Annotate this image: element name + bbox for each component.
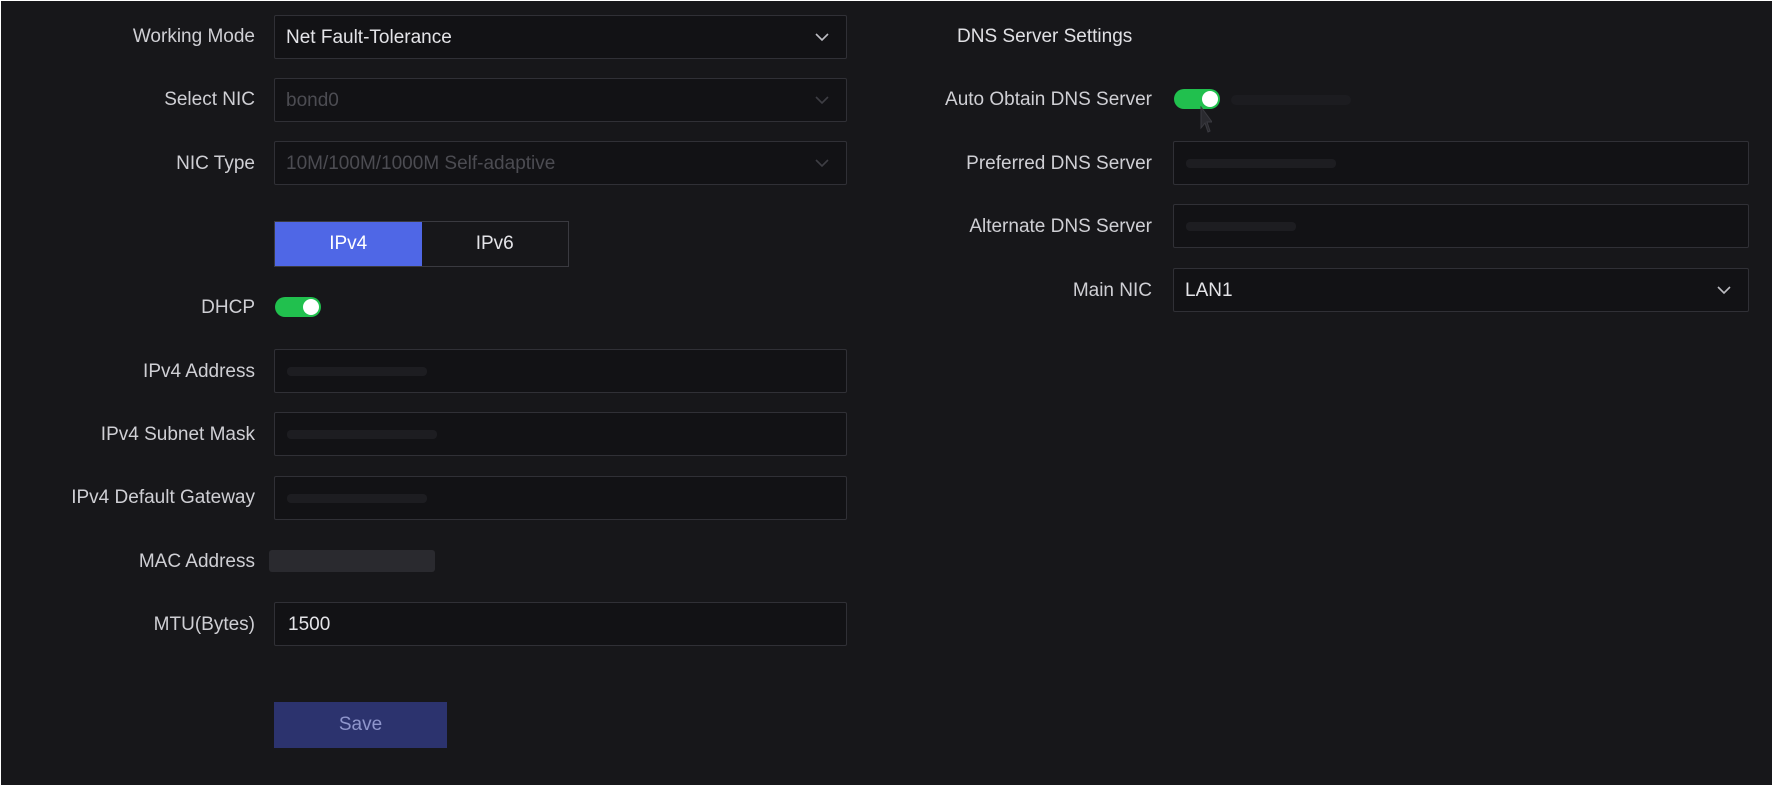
- main-nic-value: LAN1: [1185, 280, 1233, 301]
- toggle-knob: [303, 299, 319, 315]
- mtu-input[interactable]: 1500: [274, 602, 847, 646]
- redacted-value: [1186, 222, 1296, 231]
- mtu-label: MTU(Bytes): [153, 614, 255, 635]
- mac-address-value: [269, 550, 435, 572]
- working-mode-label: Working Mode: [132, 26, 255, 47]
- ipv4-default-gateway-input[interactable]: [274, 476, 847, 520]
- ipv4-subnet-mask-label: IPv4 Subnet Mask: [100, 424, 255, 445]
- preferred-dns-label: Preferred DNS Server: [966, 153, 1152, 174]
- working-mode-select[interactable]: Net Fault-Tolerance: [274, 15, 847, 59]
- working-mode-value: Net Fault-Tolerance: [286, 27, 452, 48]
- alternate-dns-label: Alternate DNS Server: [969, 216, 1152, 237]
- main-nic-select[interactable]: LAN1: [1173, 268, 1749, 312]
- save-button[interactable]: Save: [274, 702, 447, 748]
- select-nic-value: bond0: [286, 90, 339, 111]
- chevron-down-icon: [815, 96, 829, 105]
- chevron-down-icon: [1717, 286, 1731, 295]
- mtu-value: 1500: [288, 614, 331, 635]
- ipv4-subnet-mask-input[interactable]: [274, 412, 847, 456]
- preferred-dns-input[interactable]: [1173, 141, 1749, 185]
- tab-ipv6[interactable]: IPv6: [422, 222, 569, 266]
- ip-version-tabs: IPv4 IPv6: [274, 221, 569, 267]
- ipv4-address-input[interactable]: [274, 349, 847, 393]
- main-nic-label: Main NIC: [1072, 280, 1152, 301]
- ipv4-address-label: IPv4 Address: [143, 361, 255, 382]
- network-settings-screen: Working Mode Net Fault-Tolerance Select …: [1, 1, 1772, 785]
- redacted-area: [1231, 95, 1351, 105]
- redacted-value: [287, 367, 427, 376]
- redacted-value: [287, 430, 437, 439]
- nic-type-value: 10M/100M/1000M Self-adaptive: [286, 153, 556, 174]
- redacted-value: [287, 494, 427, 503]
- dns-settings-title: DNS Server Settings: [957, 26, 1133, 47]
- auto-obtain-dns-label: Auto Obtain DNS Server: [945, 89, 1152, 110]
- dhcp-label: DHCP: [201, 297, 255, 318]
- auto-obtain-dns-toggle[interactable]: [1174, 89, 1220, 109]
- toggle-knob: [1202, 91, 1218, 107]
- mac-address-label: MAC Address: [138, 551, 255, 572]
- select-nic-label: Select NIC: [164, 89, 255, 110]
- dhcp-toggle[interactable]: [275, 297, 321, 317]
- alternate-dns-input[interactable]: [1173, 204, 1749, 248]
- nic-type-select[interactable]: 10M/100M/1000M Self-adaptive: [274, 141, 847, 185]
- tab-ipv4[interactable]: IPv4: [275, 222, 422, 266]
- select-nic-select[interactable]: bond0: [274, 78, 847, 122]
- ipv4-default-gateway-label: IPv4 Default Gateway: [71, 487, 255, 508]
- redacted-value: [1186, 159, 1336, 168]
- chevron-down-icon: [815, 159, 829, 168]
- nic-type-label: NIC Type: [176, 153, 255, 174]
- chevron-down-icon: [815, 33, 829, 42]
- mouse-cursor-icon: [1200, 106, 1212, 133]
